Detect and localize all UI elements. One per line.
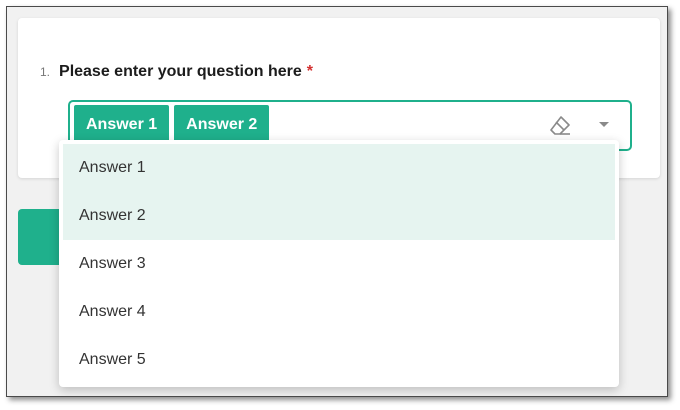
question-text: Please enter your question here (59, 63, 302, 80)
selected-chips: Answer 1 Answer 2 (74, 105, 270, 145)
dropdown-option[interactable]: Answer 3 (63, 240, 615, 288)
dropdown-option[interactable]: Answer 5 (63, 336, 615, 384)
selected-chip[interactable]: Answer 1 (74, 105, 170, 145)
dropdown-option[interactable]: Answer 2 (63, 192, 615, 240)
caret-down-icon[interactable] (599, 122, 609, 127)
question-number: 1. (40, 65, 51, 79)
question-header: 1. Please enter your question here * (40, 63, 313, 81)
selected-chip[interactable]: Answer 2 (174, 105, 270, 145)
required-marker: * (306, 63, 313, 80)
screenshot-frame: 1. Please enter your question here * Ans… (6, 6, 668, 397)
dropdown-option[interactable]: Answer 4 (63, 288, 615, 336)
dropdown-option[interactable]: Answer 1 (63, 144, 615, 192)
eraser-icon[interactable] (548, 113, 574, 139)
dropdown-menu: Answer 1 Answer 2 Answer 3 Answer 4 Answ… (59, 140, 619, 387)
